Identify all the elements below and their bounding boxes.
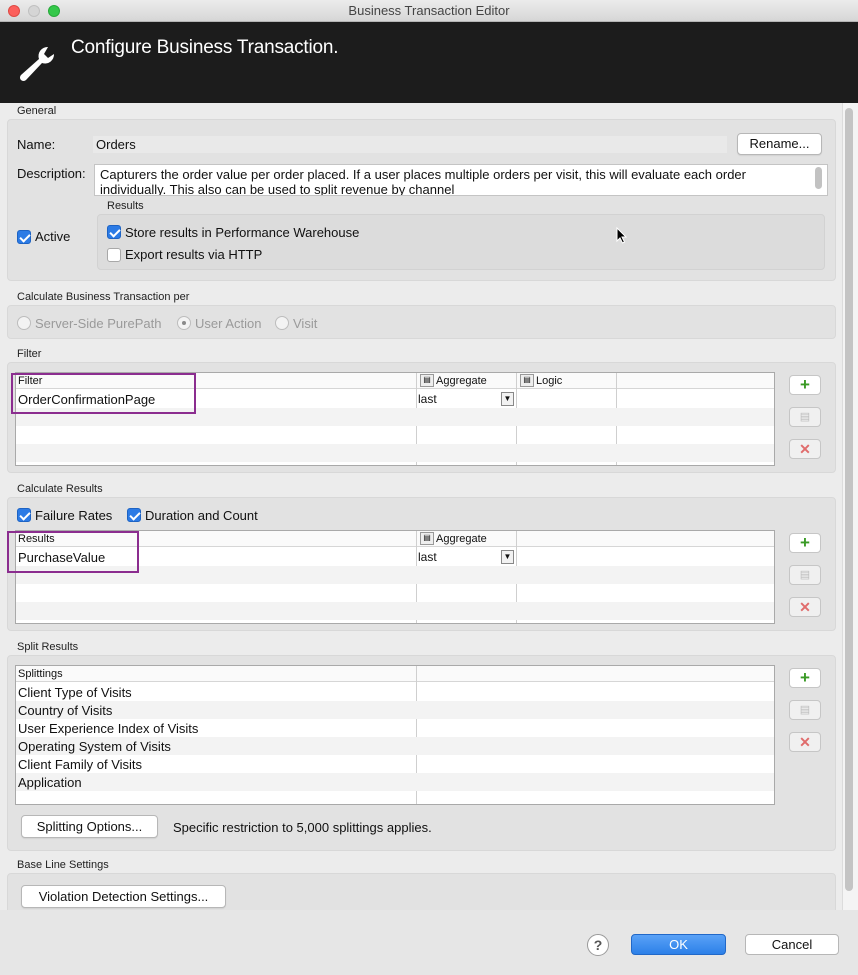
- description-label: Description:: [17, 166, 86, 181]
- edit-splitting-button[interactable]: ▤: [789, 700, 821, 720]
- list-item[interactable]: Country of Visits: [18, 703, 112, 718]
- help-button[interactable]: ?: [587, 934, 609, 956]
- add-splitting-button[interactable]: +: [789, 668, 821, 688]
- radio-user-action-label: User Action: [195, 316, 262, 331]
- close-window-button[interactable]: [8, 5, 20, 17]
- description-line-1: Capturers the order value per order plac…: [100, 167, 746, 182]
- list-item[interactable]: User Experience Index of Visits: [18, 721, 198, 736]
- close-icon: ✕: [799, 734, 811, 750]
- filter-highlight-box: [11, 373, 196, 414]
- chevron-down-icon[interactable]: ▼: [501, 392, 514, 406]
- splitting-restriction-text: Specific restriction to 5,000 splittings…: [173, 820, 432, 835]
- edit-icon: ▤: [799, 569, 811, 581]
- plus-icon: +: [800, 533, 810, 552]
- edit-icon: ▤: [799, 411, 811, 423]
- list-item[interactable]: Client Type of Visits: [18, 685, 132, 700]
- radio-server-side-purepath[interactable]: [17, 316, 31, 330]
- split-section-label: Split Results: [17, 641, 79, 653]
- banner-title: Configure Business Transaction.: [71, 37, 339, 58]
- failure-rates-label: Failure Rates: [35, 508, 113, 523]
- filter-section-label: Filter: [17, 348, 42, 360]
- active-checkbox[interactable]: [17, 230, 31, 244]
- zoom-window-button[interactable]: [48, 5, 60, 17]
- plus-icon: +: [800, 375, 810, 394]
- radio-server-side-purepath-label: Server-Side PurePath: [35, 316, 162, 331]
- remove-result-button[interactable]: ✕: [789, 597, 821, 617]
- close-icon: ✕: [799, 441, 811, 457]
- minimize-window-button[interactable]: [28, 5, 40, 17]
- description-scrollbar[interactable]: [815, 167, 822, 189]
- list-item[interactable]: Application: [18, 775, 82, 790]
- list-item[interactable]: Client Family of Visits: [18, 757, 142, 772]
- store-results-label: Store results in Performance Warehouse: [125, 225, 360, 240]
- wrench-icon: [19, 46, 55, 82]
- results-aggregate-col-header: Aggregate: [436, 533, 487, 545]
- window-titlebar: Business Transaction Editor: [0, 0, 858, 22]
- add-filter-button[interactable]: +: [789, 375, 821, 395]
- chevron-down-icon[interactable]: ▼: [501, 550, 514, 564]
- splittings-col-header: Splittings: [18, 668, 63, 680]
- description-line-2: individually. This also can be used to s…: [100, 182, 455, 196]
- radio-visit-label: Visit: [293, 316, 318, 331]
- calc-results-section-label: Calculate Results: [17, 483, 103, 495]
- results-group-label: Results: [107, 200, 144, 212]
- header-banner: Configure Business Transaction.: [0, 22, 858, 103]
- close-icon: ✕: [799, 599, 811, 615]
- remove-splitting-button[interactable]: ✕: [789, 732, 821, 752]
- name-label: Name:: [17, 137, 56, 152]
- list-item[interactable]: Operating System of Visits: [18, 739, 171, 754]
- logic-column-icon: ▤: [520, 374, 534, 387]
- store-results-checkbox[interactable]: [107, 225, 121, 239]
- rename-button[interactable]: Rename...: [737, 133, 822, 155]
- mouse-cursor-icon: [616, 227, 628, 244]
- general-section-label: General: [17, 105, 57, 117]
- content-scrollbar-thumb[interactable]: [845, 108, 853, 891]
- radio-visit[interactable]: [275, 316, 289, 330]
- cancel-button[interactable]: Cancel: [745, 934, 839, 955]
- aggregate-value: last: [418, 392, 437, 406]
- logic-col-header: Logic: [536, 375, 563, 387]
- aggregate-column-icon: ▤: [420, 532, 434, 545]
- ok-button[interactable]: OK: [631, 934, 726, 955]
- active-label: Active: [35, 229, 71, 244]
- calc-per-section-label: Calculate Business Transaction per: [17, 291, 190, 303]
- violation-detection-button[interactable]: Violation Detection Settings...: [21, 885, 226, 908]
- aggregate-col-header: Aggregate: [436, 375, 487, 387]
- duration-count-checkbox[interactable]: [127, 508, 141, 522]
- window-title: Business Transaction Editor: [348, 3, 510, 18]
- name-field[interactable]: Orders: [93, 136, 727, 153]
- remove-filter-button[interactable]: ✕: [789, 439, 821, 459]
- export-results-checkbox[interactable]: [107, 248, 121, 262]
- aggregate-column-icon: ▤: [420, 374, 434, 387]
- edit-filter-button[interactable]: ▤: [789, 407, 821, 427]
- plus-icon: +: [800, 668, 810, 687]
- export-results-label: Export results via HTTP: [125, 247, 263, 262]
- splittings-table: Splittings Client Type of Visits Country…: [15, 665, 775, 805]
- failure-rates-checkbox[interactable]: [17, 508, 31, 522]
- duration-count-label: Duration and Count: [145, 508, 258, 523]
- splitting-options-button[interactable]: Splitting Options...: [21, 815, 158, 838]
- radio-user-action[interactable]: [177, 316, 191, 330]
- help-icon: ?: [593, 937, 603, 953]
- results-highlight-box: [7, 531, 139, 573]
- baseline-section-label: Base Line Settings: [17, 859, 109, 871]
- editor-content: General Name: Orders Rename... Descripti…: [0, 103, 842, 910]
- add-result-button[interactable]: +: [789, 533, 821, 553]
- description-textarea[interactable]: Capturers the order value per order plac…: [94, 164, 828, 196]
- edit-result-button[interactable]: ▤: [789, 565, 821, 585]
- dialog-footer: [0, 910, 858, 975]
- edit-icon: ▤: [799, 704, 811, 716]
- aggregate-value: last: [418, 550, 437, 564]
